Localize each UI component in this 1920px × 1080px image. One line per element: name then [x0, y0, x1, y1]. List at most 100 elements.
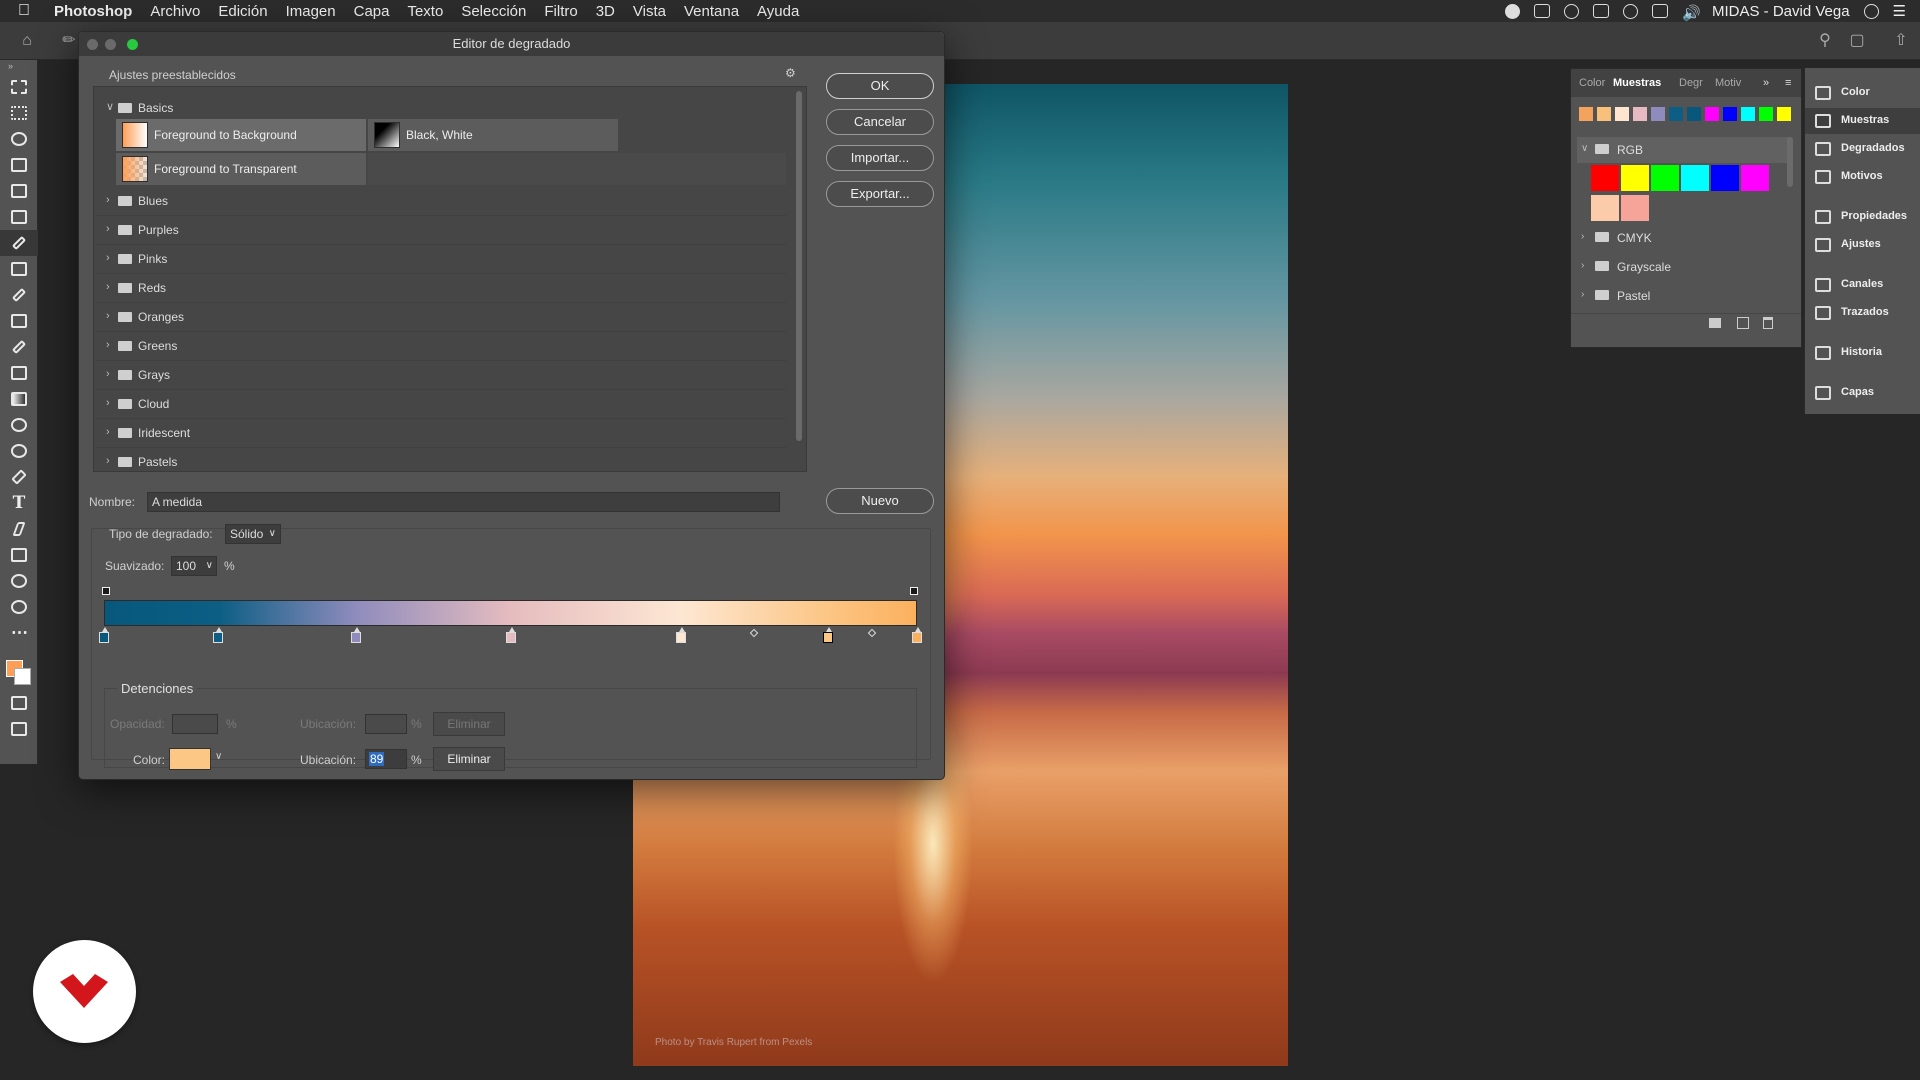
tab-color[interactable]: Color	[1579, 77, 1605, 89]
name-input[interactable]: A medida	[147, 492, 780, 512]
blur-tool[interactable]	[0, 412, 38, 438]
folder-reds[interactable]: › Reds	[96, 274, 786, 303]
rectangle-tool[interactable]	[0, 542, 38, 568]
folder-grays[interactable]: › Grays	[96, 361, 786, 390]
color-stop[interactable]	[212, 627, 223, 643]
folder-pinks[interactable]: › Pinks	[96, 245, 786, 274]
delete-swatch-icon[interactable]	[1763, 317, 1773, 329]
swatch[interactable]	[1759, 107, 1773, 121]
dock-item-propiedades[interactable]: Propiedades	[1805, 204, 1920, 230]
swatch[interactable]	[1777, 107, 1791, 121]
presets-gear-icon[interactable]: ⚙	[785, 66, 796, 80]
opacity-stop-left[interactable]	[102, 587, 110, 595]
swatch-group-cmyk[interactable]: › CMYK	[1577, 225, 1777, 251]
swatch[interactable]	[1705, 107, 1719, 121]
folder-iridescent[interactable]: › Iridescent	[96, 419, 786, 448]
dock-item-motivos[interactable]: Motivos	[1805, 164, 1920, 190]
more-tools[interactable]: ⋯	[0, 620, 38, 646]
pen-tool[interactable]	[0, 464, 38, 490]
new-swatch-icon[interactable]	[1737, 317, 1749, 329]
spotlight-icon[interactable]	[1863, 3, 1879, 19]
background-color[interactable]	[14, 668, 31, 685]
frame-tool[interactable]	[0, 204, 38, 230]
smoothness-input[interactable]: 100 ∨	[171, 556, 217, 576]
clone-stamp-tool[interactable]	[0, 308, 38, 334]
close-button[interactable]	[87, 39, 98, 50]
swatches-scrollbar[interactable]	[1787, 137, 1793, 187]
eyedropper-tool[interactable]	[0, 230, 38, 256]
swatch[interactable]	[1711, 165, 1739, 191]
folder-pastels[interactable]: › Pastels	[96, 448, 786, 469]
workspace-icon[interactable]: ▢	[1848, 32, 1866, 50]
swatch[interactable]	[1651, 107, 1665, 121]
dock-item-ajustes[interactable]: Ajustes	[1805, 232, 1920, 258]
color-stop[interactable]	[351, 627, 362, 643]
brush-tool[interactable]	[0, 282, 38, 308]
color-stop[interactable]	[912, 627, 922, 643]
menu-ventana[interactable]: Ventana	[684, 3, 739, 20]
swatch-group-pastel[interactable]: › Pastel	[1577, 283, 1777, 309]
color-location-input[interactable]: 89	[365, 749, 407, 769]
history-brush-tool[interactable]	[0, 334, 38, 360]
import-button[interactable]: Importar...	[826, 145, 934, 171]
zoom-tool[interactable]	[0, 594, 38, 620]
tab-degradados[interactable]: Degr	[1679, 77, 1703, 89]
color-stop[interactable]	[99, 627, 109, 643]
panel-collapse-icon[interactable]: »	[0, 60, 37, 74]
dock-item-color[interactable]: Color	[1805, 80, 1920, 106]
swatch-group-grayscale[interactable]: › Grayscale	[1577, 254, 1777, 280]
more-tabs-icon[interactable]: »	[1763, 77, 1769, 89]
new-button[interactable]: Nuevo	[826, 488, 934, 514]
swatch[interactable]	[1621, 165, 1649, 191]
color-delete-button[interactable]: Eliminar	[433, 747, 505, 771]
notification-center-icon[interactable]: ☰	[1893, 2, 1906, 20]
cancel-button[interactable]: Cancelar	[826, 109, 934, 135]
swatch[interactable]	[1591, 195, 1619, 221]
menu-vista[interactable]: Vista	[633, 3, 666, 20]
color-stop[interactable]	[505, 627, 516, 643]
healing-brush-tool[interactable]	[0, 256, 38, 282]
menu-ayuda[interactable]: Ayuda	[757, 3, 799, 20]
swatch-group-rgb[interactable]: ∨ RGB	[1577, 137, 1789, 163]
folder-blues[interactable]: › Blues	[96, 187, 786, 216]
swatch[interactable]	[1687, 107, 1701, 121]
dock-item-historia[interactable]: Historia	[1805, 340, 1920, 366]
menu-3d[interactable]: 3D	[596, 3, 615, 20]
object-selection-tool[interactable]	[0, 152, 38, 178]
color-stop[interactable]	[822, 627, 833, 643]
presets-scrollbar[interactable]	[796, 91, 802, 441]
menu-seleccion[interactable]: Selección	[461, 3, 526, 20]
gradient-foreground-to-transparent[interactable]: Foreground to Transparent	[116, 153, 366, 185]
swatch[interactable]	[1615, 107, 1629, 121]
folder-purples[interactable]: › Purples	[96, 216, 786, 245]
folder-cloud[interactable]: › Cloud	[96, 390, 786, 419]
folder-oranges[interactable]: › Oranges	[96, 303, 786, 332]
wifi-icon[interactable]	[1622, 3, 1638, 19]
share-icon[interactable]: ⇧	[1892, 32, 1910, 50]
user-name[interactable]: MIDAS - David Vega	[1712, 3, 1850, 20]
screen-icon[interactable]	[1533, 4, 1550, 18]
hand-tool[interactable]	[0, 568, 38, 594]
apple-icon[interactable]: 	[18, 2, 40, 20]
swatch[interactable]	[1741, 107, 1755, 121]
volume-icon[interactable]: 🔊	[1682, 4, 1701, 22]
eraser-tool[interactable]	[0, 360, 38, 386]
dock-item-trazados[interactable]: Trazados	[1805, 300, 1920, 326]
chevron-down-icon[interactable]: ∨	[215, 751, 222, 762]
search-icon[interactable]: ⚲	[1816, 32, 1834, 50]
creative-cloud-icon[interactable]	[1563, 3, 1579, 19]
path-selection-tool[interactable]	[0, 516, 38, 542]
dock-item-muestras[interactable]: Muestras	[1805, 108, 1920, 134]
menu-edicion[interactable]: Edición	[218, 3, 267, 20]
crop-tool[interactable]	[0, 178, 38, 204]
home-icon[interactable]: ⌂	[18, 32, 36, 50]
app-menu[interactable]: Photoshop	[54, 3, 132, 20]
swatch[interactable]	[1591, 165, 1619, 191]
zoom-button[interactable]	[127, 39, 138, 50]
menu-imagen[interactable]: Imagen	[286, 3, 336, 20]
swatch[interactable]	[1651, 165, 1679, 191]
menu-texto[interactable]: Texto	[407, 3, 443, 20]
swatch[interactable]	[1579, 107, 1593, 121]
flag-icon[interactable]	[1651, 4, 1668, 18]
swatch[interactable]	[1681, 165, 1709, 191]
